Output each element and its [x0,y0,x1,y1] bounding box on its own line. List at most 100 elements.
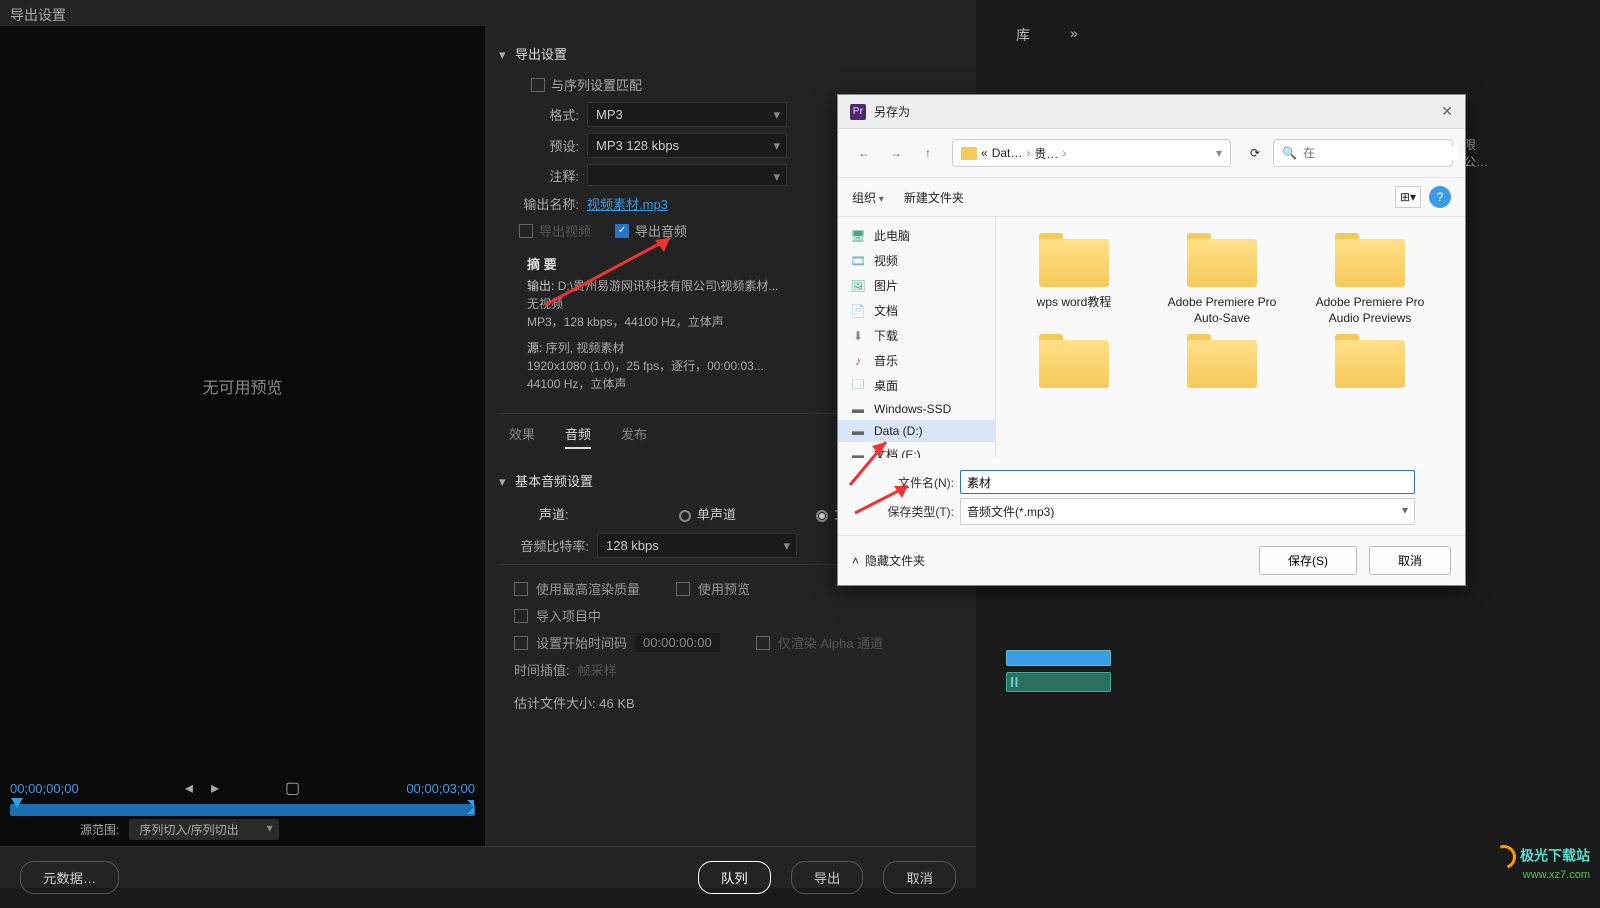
filetype-select[interactable]: 音频文件(*.mp3) [960,498,1415,525]
queue-button[interactable]: 队列 [698,861,771,894]
tab-audio[interactable]: 音频 [565,424,591,449]
tree-this-pc[interactable]: 🖥此电脑 [838,223,995,248]
cancel-save-button[interactable]: 取消 [1369,546,1451,575]
video-clip[interactable] [1006,650,1111,666]
search-icon: 🔍 [1282,146,1297,160]
export-dialog: 导出设置 无可用预览 00;00;00;00 ◂ ▸ ▢ 00;00;03;00… [0,0,976,888]
format-select[interactable]: MP3 [587,102,787,127]
use-preview-label: 使用预览 [698,579,750,598]
format-label: 格式: [499,105,579,124]
filename-label: 文件名(N): [838,474,954,491]
tree-data-d[interactable]: ▬Data (D:) [838,420,995,442]
set-tc-label: 设置开始时间码 [536,633,627,652]
import-project-label: 导入项目中 [536,606,601,625]
tree-downloads[interactable]: ⬇下载 [838,323,995,348]
export-title: 导出设置 [0,0,976,26]
export-button[interactable]: 导出 [791,861,864,894]
save-dialog-title: 另存为 [874,103,910,120]
close-icon[interactable]: ✕ [1441,103,1453,120]
max-quality-checkbox[interactable] [514,582,528,596]
radio-mono[interactable]: 单声道 [679,504,736,523]
export-audio-checkbox[interactable]: ✓ [615,224,629,238]
bitrate-select[interactable]: 128 kbps [597,533,797,558]
nav-forward-icon[interactable]: → [882,139,910,167]
bitrate-label: 音频比特率: [499,536,589,555]
new-folder-button[interactable]: 新建文件夹 [904,189,964,206]
time-start: 00;00;00;00 [10,781,79,796]
safe-margins-icon[interactable]: ▢ [285,778,300,798]
tab-library[interactable]: 库 [1016,25,1030,45]
export-video-label: 导出视频 [539,221,591,240]
view-mode-button[interactable]: ⊞ ▾ [1395,186,1421,208]
folder-item[interactable] [1152,334,1292,396]
folder-item[interactable]: Adobe Premiere Pro Auto-Save [1152,233,1292,326]
max-quality-label: 使用最高渲染质量 [536,579,640,598]
preview-scrubber[interactable] [10,804,475,816]
save-as-dialog: Pr 另存为 ✕ ← → ↑ « Dat…› 贵…› ▾ ⟳ 🔍 限公… 组织 … [837,94,1466,586]
match-sequence-label: 与序列设置匹配 [551,75,642,94]
source-range-label: 源范围: [80,821,119,838]
alpha-only-label: 仅渲染 Alpha 通道 [778,633,883,652]
est-size-value: 46 KB [599,696,634,711]
prev-frame-icon[interactable]: ◂ [185,778,193,798]
output-name-link[interactable]: 视频素材.mp3 [587,194,668,213]
source-range-select[interactable]: 序列切入/序列切出 [129,819,278,840]
save-button[interactable]: 保存(S) [1259,546,1357,575]
chevron-down-icon[interactable]: ▾ [1216,146,1222,160]
preview-panel: 无可用预览 00;00;00;00 ◂ ▸ ▢ 00;00;03;00 源范围:… [0,26,485,846]
tree-documents[interactable]: 📄文档 [838,298,995,323]
folder-grid: wps word教程 Adobe Premiere Pro Auto-Save … [996,217,1465,458]
watermark: 极光下载站 www.xz7.com [1492,845,1590,882]
tc-value[interactable]: 00:00:00:00 [635,633,720,652]
folder-item[interactable] [1004,334,1144,396]
help-icon[interactable]: ? [1429,186,1451,208]
comment-input[interactable] [587,164,787,186]
tree-music[interactable]: ♪音乐 [838,348,995,373]
hide-folders-toggle[interactable]: ˄隐藏文件夹 [852,552,925,569]
audio-clip[interactable] [1006,672,1111,692]
comment-label: 注释: [499,166,579,185]
folder-icon [961,147,977,160]
tab-effects[interactable]: 效果 [509,424,535,449]
tab-publish[interactable]: 发布 [621,424,647,449]
tree-desktop[interactable]: 🗔桌面 [838,373,995,398]
next-frame-icon[interactable]: ▸ [211,778,219,798]
filetype-label: 保存类型(T): [838,503,954,520]
app-icon: Pr [850,104,866,120]
cancel-button[interactable]: 取消 [883,861,956,894]
match-sequence-checkbox[interactable] [531,78,545,92]
preset-label: 预设: [499,136,579,155]
tree-video[interactable]: 🎞视频 [838,248,995,273]
metadata-button[interactable]: 元数据… [20,861,119,894]
time-interp-label: 时间插值: [514,660,570,679]
export-settings-section[interactable]: ▾导出设置 [499,40,970,67]
export-button-bar: 元数据… 队列 导出 取消 [0,846,976,908]
folder-item[interactable]: wps word教程 [1004,233,1144,326]
channel-label: 声道: [539,504,599,523]
export-video-checkbox[interactable] [519,224,533,238]
tree-pictures[interactable]: 🖼图片 [838,273,995,298]
alpha-only-checkbox [756,636,770,650]
filename-input[interactable] [960,470,1415,494]
output-name-label: 输出名称: [499,194,579,213]
use-preview-checkbox[interactable] [676,582,690,596]
organize-menu[interactable]: 组织 [852,189,884,206]
import-project-checkbox[interactable] [514,609,528,623]
search-input[interactable]: 🔍 限公… [1273,139,1453,167]
set-tc-checkbox[interactable] [514,636,528,650]
nav-up-icon[interactable]: ↑ [914,139,942,167]
breadcrumb[interactable]: « Dat…› 贵…› ▾ [952,139,1231,167]
export-audio-label: 导出音频 [635,221,687,240]
tab-more[interactable]: » [1070,25,1078,45]
tree-docs-e[interactable]: ▬文档 (E:) [838,442,995,458]
folder-item[interactable]: Adobe Premiere Pro Audio Previews [1300,233,1440,326]
app-header: 库 » [976,0,1600,70]
refresh-icon[interactable]: ⟳ [1241,139,1269,167]
folder-item[interactable] [1300,334,1440,396]
tree-windows-ssd[interactable]: ▬Windows-SSD [838,398,995,420]
preview-none-text: 无可用预览 [10,36,475,736]
nav-back-icon[interactable]: ← [850,139,878,167]
time-interp-select: 帧采样 [578,660,617,679]
preset-select[interactable]: MP3 128 kbps [587,133,787,158]
time-end: 00;00;03;00 [406,781,475,796]
